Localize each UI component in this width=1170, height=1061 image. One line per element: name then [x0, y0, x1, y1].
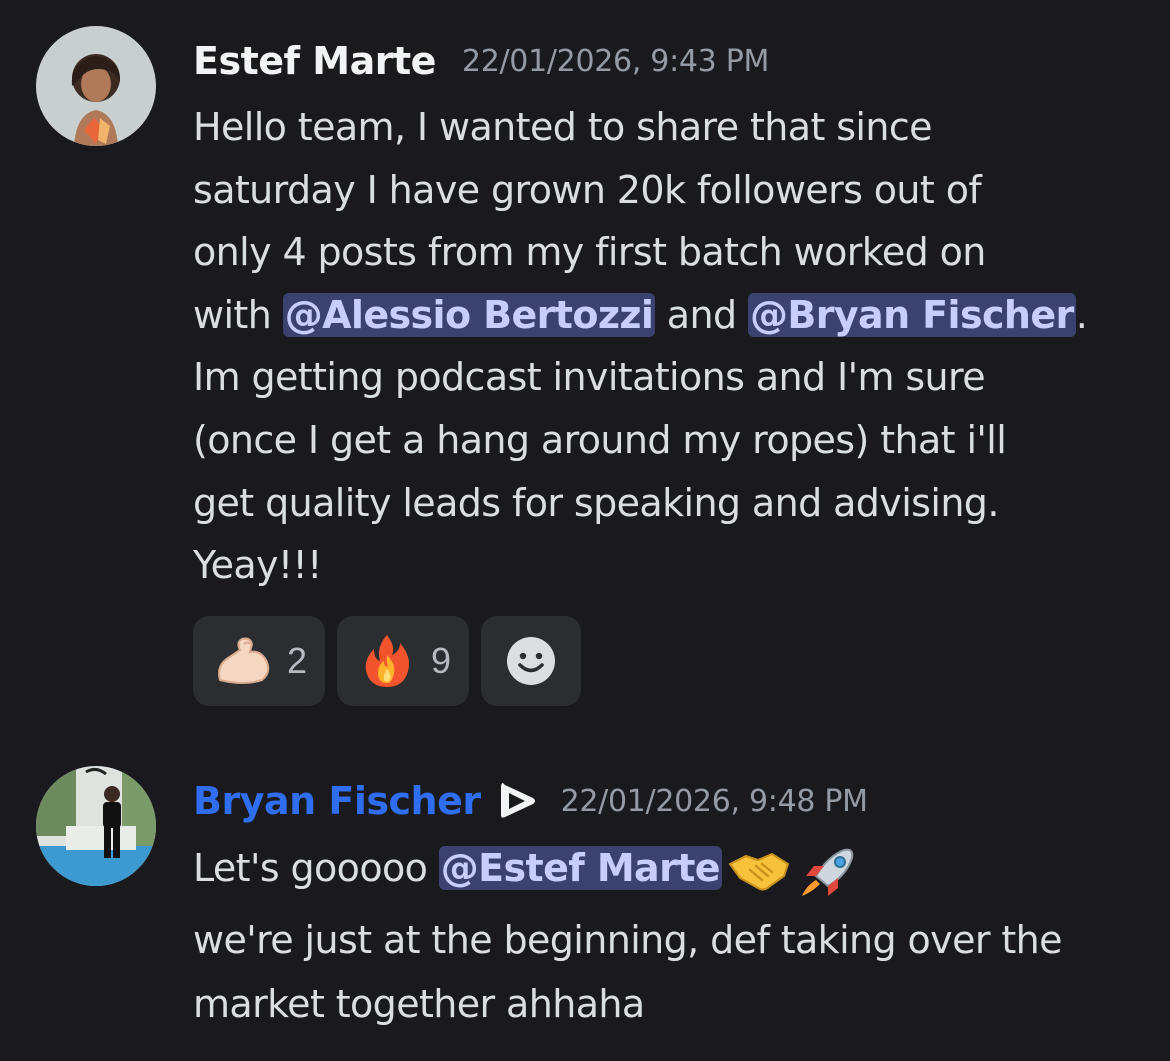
avatar-photo-icon: [36, 766, 156, 886]
message-text: .: [1075, 292, 1088, 337]
message-line: Im getting podcast invitations and I'm s…: [193, 355, 986, 400]
message-body: Let's gooooo @Estef Marte we're just at …: [193, 836, 1143, 1036]
message-line: get quality leads for speaking and advis…: [193, 480, 999, 525]
smiley-add-reaction-icon: [501, 631, 561, 691]
reactions-bar: 2 9: [193, 616, 582, 706]
mention-estef[interactable]: @Estef Marte: [438, 846, 722, 890]
message-text: and: [655, 292, 748, 337]
message-line-mention: Let's gooooo @Estef Marte: [193, 836, 1143, 900]
message-line: only 4 posts from my first batch worked …: [193, 230, 986, 275]
message-line: we're just at the beginning, def taking …: [193, 918, 1063, 962]
mention-bryan[interactable]: @Bryan Fischer: [747, 292, 1076, 337]
rocket-icon: [796, 846, 858, 896]
message-line: Hello team, I wanted to share that since: [193, 105, 933, 149]
message-line: Yeay!!!: [193, 543, 322, 588]
add-reaction-button[interactable]: [481, 616, 582, 706]
message-line: market together ahhaha: [193, 982, 645, 1026]
reaction-flexed-biceps[interactable]: 2: [193, 616, 326, 706]
avatar[interactable]: [36, 26, 156, 146]
reaction-count: 9: [431, 640, 452, 681]
play-badge-icon[interactable]: [495, 778, 541, 824]
author-name[interactable]: Estef Marte: [193, 39, 436, 83]
message-line: (once I get a hang around my ropes) that…: [193, 417, 1007, 462]
avatar-photo-icon: [36, 26, 156, 146]
author-name[interactable]: Bryan Fischer: [193, 779, 481, 823]
avatar[interactable]: [36, 766, 156, 886]
message-line: saturday I have grown 20k followers out …: [193, 167, 982, 212]
handshake-icon: [728, 846, 790, 896]
message-line-mentions: with @Alessio Bertozzi and @Bryan Fische…: [193, 284, 1143, 347]
timestamp: 22/01/2026, 9:48 PM: [560, 783, 868, 819]
timestamp: 22/01/2026, 9:43 PM: [461, 43, 770, 79]
message-text: with: [193, 292, 283, 337]
mention-alessio[interactable]: @Alessio Bertozzi: [282, 292, 656, 337]
fire-icon: [357, 631, 417, 691]
flexed-biceps-icon: [213, 631, 273, 691]
message-body: Hello team, I wanted to share that since…: [193, 96, 1143, 597]
reaction-fire[interactable]: 9: [337, 616, 470, 706]
message-text: Let's gooooo: [193, 846, 439, 890]
reaction-count: 2: [287, 640, 308, 681]
